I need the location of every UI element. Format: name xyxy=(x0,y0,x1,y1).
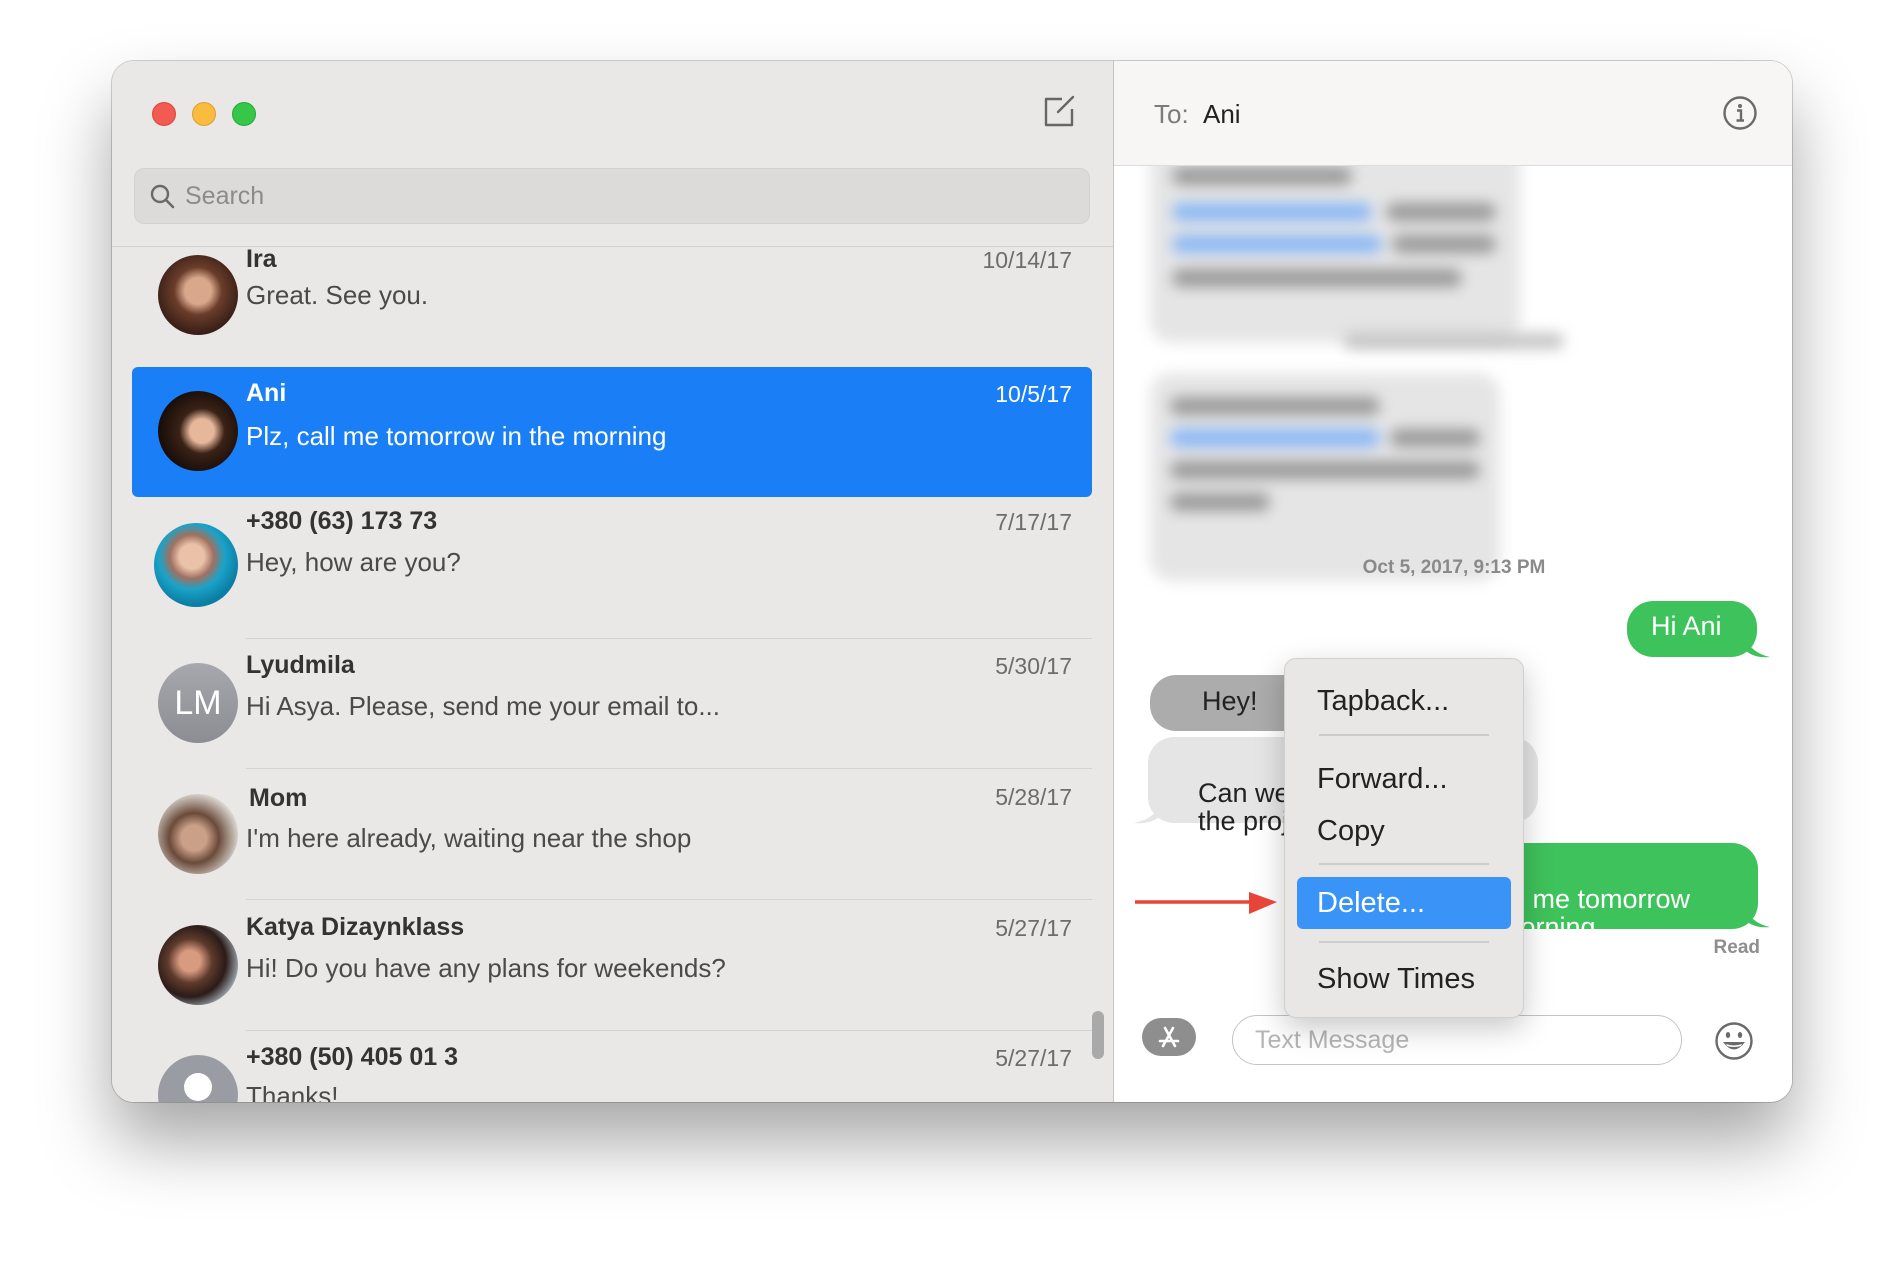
blurred-message xyxy=(1150,143,1520,343)
avatar xyxy=(158,925,238,1005)
message-preview: Great. See you. xyxy=(246,280,429,310)
bubble-tail xyxy=(1742,903,1770,928)
menu-item-delete[interactable]: Delete... xyxy=(1297,877,1511,929)
to-label: To: xyxy=(1154,99,1189,129)
conversation-row-mom[interactable]: Mom 5/28/17 I'm here already, waiting ne… xyxy=(132,770,1092,900)
minimize-window-button[interactable] xyxy=(192,102,216,126)
contact-name: Katya Dizaynklass xyxy=(246,913,465,941)
conversation-date: 7/17/17 xyxy=(995,509,1072,535)
conversation-date: 10/14/17 xyxy=(982,247,1072,273)
blurred-message xyxy=(1150,373,1500,581)
conversation-row-ira[interactable]: Ira 10/14/17 Great. See you. xyxy=(132,247,1092,355)
menu-separator xyxy=(1319,863,1489,865)
message-preview: Thanks! xyxy=(246,1081,339,1102)
message-text: Can we the proj xyxy=(1198,778,1290,836)
search-input[interactable] xyxy=(183,180,1067,212)
message-text: Hey! xyxy=(1202,686,1258,716)
message-text: Hi Ani xyxy=(1651,611,1722,641)
info-icon xyxy=(1723,96,1757,130)
contact-name: Ani xyxy=(246,379,287,407)
contact-name: +380 (63) 173 73 xyxy=(246,507,438,535)
message-preview: Hi Asya. Please, send me your email to..… xyxy=(246,691,720,721)
read-receipt: Read xyxy=(1713,937,1760,958)
recipient-name[interactable]: Ani xyxy=(1203,99,1241,130)
message-preview: Plz, call me tomorrow in the morning xyxy=(246,421,667,451)
context-menu: Tapback... Forward... Copy Delete... Sho… xyxy=(1284,658,1524,1018)
compose-button[interactable] xyxy=(1042,95,1076,129)
conversation-date: 10/5/17 xyxy=(995,381,1072,407)
smiley-icon xyxy=(1715,1022,1753,1060)
conversation-list: Ira 10/14/17 Great. See you. Ani 10/5/17… xyxy=(112,247,1113,1102)
conversation-row-katya[interactable]: Katya Dizaynklass 5/27/17 Hi! Do you hav… xyxy=(132,901,1092,1031)
conversation-header: To: Ani xyxy=(1114,61,1792,166)
conversation-row-ani[interactable]: Ani 10/5/17 Plz, call me tomorrow in the… xyxy=(132,367,1092,497)
contact-name: Ira xyxy=(246,247,277,273)
menu-item-tapback[interactable]: Tapback... xyxy=(1297,677,1511,725)
avatar-placeholder xyxy=(158,1055,238,1102)
menu-item-forward[interactable]: Forward... xyxy=(1297,755,1511,803)
row-separator xyxy=(246,768,1092,769)
sidebar-scrollbar[interactable] xyxy=(1092,1011,1104,1059)
avatar-initials: LM xyxy=(158,663,238,743)
contact-name: Lyudmila xyxy=(246,651,355,679)
emoji-button[interactable] xyxy=(1714,1021,1754,1061)
row-separator xyxy=(246,899,1092,900)
menu-separator xyxy=(1319,941,1489,943)
avatar xyxy=(158,255,238,335)
message-input[interactable] xyxy=(1253,1024,1677,1056)
close-window-button[interactable] xyxy=(152,102,176,126)
conversation-row-lyudmila[interactable]: LM Lyudmila 5/30/17 Hi Asya. Please, sen… xyxy=(132,639,1092,769)
zoom-window-button[interactable] xyxy=(232,102,256,126)
contact-name: Mom xyxy=(249,784,308,812)
details-button[interactable] xyxy=(1722,95,1758,131)
menu-item-copy[interactable]: Copy xyxy=(1297,807,1511,855)
contact-name: +380 (50) 405 01 3 xyxy=(246,1043,458,1071)
message-preview: Hey, how are you? xyxy=(246,547,461,577)
messages-window: Ira 10/14/17 Great. See you. Ani 10/5/17… xyxy=(112,61,1792,1102)
conversation-date: 5/30/17 xyxy=(995,653,1072,679)
blurred-timestamp xyxy=(1344,333,1564,349)
message-preview: I'm here already, waiting near the shop xyxy=(246,823,692,853)
person-icon xyxy=(184,1073,212,1101)
avatar xyxy=(158,794,238,874)
search-icon xyxy=(150,184,175,209)
conversation-date: 5/27/17 xyxy=(995,1045,1072,1071)
message-bubble-sent[interactable]: Hi Ani xyxy=(1627,601,1757,657)
message-timestamp: Oct 5, 2017, 9:13 PM xyxy=(1362,557,1546,578)
message-field[interactable] xyxy=(1232,1015,1682,1065)
conversation-row-380-50[interactable]: +380 (50) 405 01 3 5/27/17 Thanks! xyxy=(132,1031,1092,1102)
sidebar: Ira 10/14/17 Great. See you. Ani 10/5/17… xyxy=(112,61,1114,1102)
conversation-date: 5/28/17 xyxy=(995,784,1072,810)
annotation-arrow-icon xyxy=(1135,892,1277,914)
app-store-button[interactable] xyxy=(1142,1018,1196,1056)
avatar xyxy=(154,523,238,607)
menu-item-show-times[interactable]: Show Times xyxy=(1297,955,1511,1003)
search-field[interactable] xyxy=(134,168,1090,224)
message-text: all me tomorrow morning xyxy=(1498,884,1691,942)
bubble-tail xyxy=(1742,633,1770,658)
bubble-tail xyxy=(1134,799,1164,824)
avatar xyxy=(158,391,238,471)
compose-icon xyxy=(1044,95,1075,127)
app-store-icon xyxy=(1158,1026,1180,1048)
message-preview: Hi! Do you have any plans for weekends? xyxy=(246,953,726,983)
menu-separator xyxy=(1319,734,1489,736)
conversation-row-380-63[interactable]: +380 (63) 173 73 7/17/17 Hey, how are yo… xyxy=(132,507,1092,639)
conversation-date: 5/27/17 xyxy=(995,915,1072,941)
